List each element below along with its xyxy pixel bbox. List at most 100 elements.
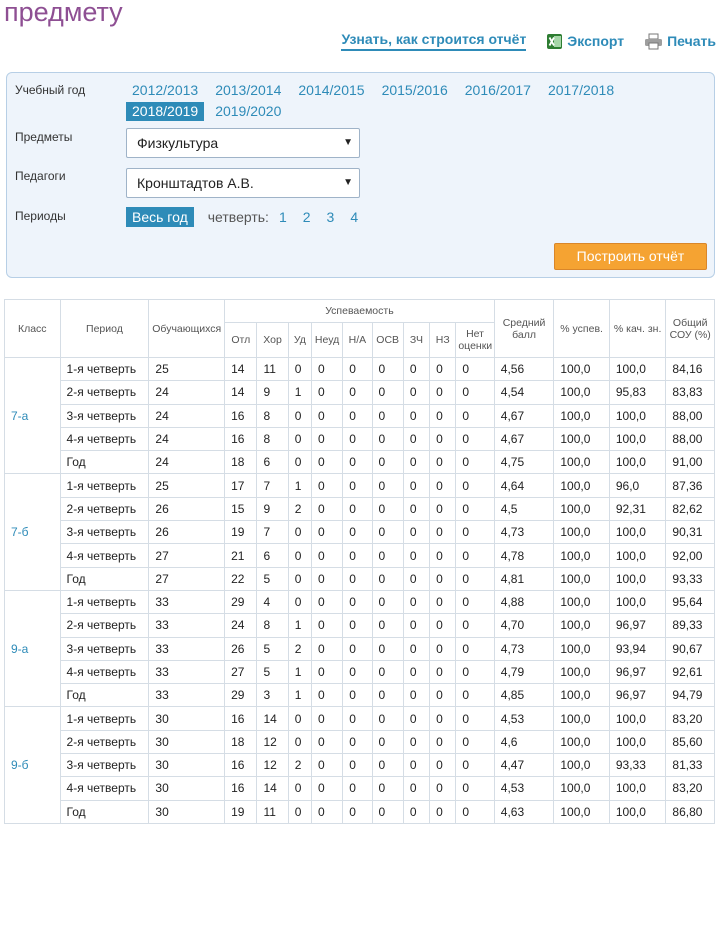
year-label: Учебный год (15, 83, 86, 97)
pct-quality-cell: 100,0 (608, 520, 667, 545)
pct-success-cell: 100,0 (553, 636, 610, 661)
grade-count-cell: 0 (310, 426, 344, 452)
grade-count-cell: 16 (224, 776, 258, 801)
teacher-select[interactable]: Кронштадтов А.В. ▼ (126, 168, 360, 198)
period-cell: 1-я четверть (59, 706, 150, 731)
grade-count-cell: 0 (371, 753, 404, 778)
grade-count-cell: 0 (287, 776, 312, 801)
class-link[interactable]: 7-а (4, 356, 61, 475)
pct-quality-cell: 95,83 (608, 380, 667, 405)
quarter-option[interactable]: 1 (279, 209, 287, 225)
pct-success-cell: 100,0 (553, 380, 610, 405)
grade-count-cell: 12 (256, 753, 289, 778)
class-link[interactable]: 9-а (4, 589, 61, 708)
year-option[interactable]: 2014/2015 (292, 81, 370, 100)
year-option[interactable]: 2013/2014 (209, 81, 287, 100)
grade-count-cell: 8 (256, 403, 289, 428)
avg-score-cell: 4,85 (493, 683, 555, 708)
grade-count-cell: 14 (224, 380, 258, 405)
header-students: Обучающихся (148, 299, 226, 358)
avg-score-cell: 4,63 (493, 799, 555, 824)
avg-score-cell: 4,79 (493, 659, 555, 685)
pct-success-cell: 100,0 (553, 356, 610, 382)
students-cell: 24 (148, 380, 226, 405)
header-grade: НЗ (429, 322, 457, 358)
export-link[interactable]: Экспорт (546, 33, 624, 50)
dropdown-arrow-icon: ▼ (343, 177, 353, 188)
grade-count-cell: 0 (455, 520, 495, 545)
grade-count-cell: 0 (455, 450, 495, 475)
table-row: 4-я четверть 30 16 14 0 0 0 0 0 0 0 4,53 100,0 100,0 8… (5, 776, 715, 801)
year-option[interactable]: 2016/2017 (459, 81, 537, 100)
period-cell: 4-я четверть (59, 659, 150, 685)
avg-score-cell: 4,47 (493, 753, 555, 778)
sou-cell: 85,60 (665, 729, 715, 755)
grade-count-cell: 11 (256, 356, 289, 382)
year-option[interactable]: 2017/2018 (542, 81, 620, 100)
table-row: 2-я четверть 33 24 8 1 0 0 0 0 0 0 4,70 100,0 96,97 89… (5, 613, 715, 638)
year-option-active[interactable]: 2018/2019 (126, 102, 205, 121)
grade-count-cell: 0 (455, 589, 495, 615)
year-option[interactable]: 2015/2016 (376, 81, 454, 100)
grade-count-cell: 0 (287, 426, 312, 452)
pct-success-cell: 100,0 (553, 496, 610, 522)
grade-count-cell: 0 (402, 753, 431, 778)
grade-count-cell: 0 (455, 543, 495, 568)
grade-count-cell: 18 (224, 729, 258, 755)
pct-success-cell: 100,0 (553, 426, 610, 452)
grade-count-cell: 9 (256, 380, 289, 405)
pct-success-cell: 100,0 (553, 473, 610, 498)
grade-count-cell: 0 (310, 356, 344, 382)
grade-count-cell: 0 (342, 380, 373, 405)
quarter-option[interactable]: 2 (303, 209, 311, 225)
quarter-option[interactable]: 4 (350, 209, 358, 225)
quarter-option[interactable]: 3 (327, 209, 335, 225)
period-cell: 2-я четверть (59, 380, 150, 405)
grade-count-cell: 0 (455, 776, 495, 801)
build-report-button[interactable]: Построить отчёт (554, 243, 707, 270)
class-link[interactable]: 9-б (4, 706, 61, 824)
sou-cell: 92,61 (665, 659, 715, 685)
year-option[interactable]: 2019/2020 (209, 102, 287, 121)
year-option[interactable]: 2012/2013 (126, 81, 204, 100)
grade-count-cell: 0 (429, 729, 457, 755)
pct-success-cell: 100,0 (553, 403, 610, 428)
students-cell: 24 (148, 426, 226, 452)
grade-count-cell: 0 (455, 659, 495, 685)
grade-count-cell: 11 (256, 799, 289, 824)
header-sou: Общий СОУ (%) (665, 299, 715, 358)
top-links: Узнать, как строится отчёт Экспорт Печат… (341, 30, 716, 52)
grade-count-cell: 0 (371, 589, 404, 615)
header-period: Период (59, 299, 150, 358)
subject-select[interactable]: Физкультура ▼ (126, 128, 360, 158)
grade-count-cell: 0 (310, 403, 344, 428)
print-link[interactable]: Печать (644, 33, 716, 50)
table-row: 9-а 1-я четверть 33 29 4 0 0 0 0 0 0 0 4,88 100,0 100,… (4, 589, 715, 708)
grade-count-cell: 0 (371, 473, 404, 498)
pct-success-cell: 100,0 (553, 683, 610, 708)
sou-cell: 84,16 (665, 356, 715, 382)
subject-value: Физкультура (137, 135, 219, 151)
class-link[interactable]: 7-б (4, 473, 61, 591)
table-row: 4-я четверть 27 21 6 0 0 0 0 0 0 0 4,78 100,0 100,0 92… (5, 543, 715, 568)
grade-count-cell: 1 (287, 659, 312, 685)
grade-count-cell: 16 (224, 753, 258, 778)
grade-count-cell: 0 (310, 729, 344, 755)
avg-score-cell: 4,73 (493, 636, 555, 661)
grade-count-cell: 0 (429, 659, 457, 685)
sou-cell: 82,62 (665, 496, 715, 522)
grade-count-cell: 0 (371, 566, 404, 591)
grade-count-cell: 0 (371, 496, 404, 522)
grade-count-cell: 0 (429, 520, 457, 545)
students-cell: 30 (148, 799, 226, 824)
period-all-year[interactable]: Весь год (126, 207, 194, 227)
grade-count-cell: 0 (287, 799, 312, 824)
grade-count-cell: 0 (402, 659, 431, 685)
grade-count-cell: 0 (310, 520, 344, 545)
learn-report-link[interactable]: Узнать, как строится отчёт (341, 31, 527, 51)
grade-count-cell: 0 (429, 450, 457, 475)
table-row: 3-я четверть 24 16 8 0 0 0 0 0 0 0 4,67 100,0 100,0 88… (5, 403, 715, 428)
grade-count-cell: 0 (371, 356, 404, 382)
header-grade: ЗЧ (402, 322, 431, 358)
grade-count-cell: 19 (224, 799, 258, 824)
